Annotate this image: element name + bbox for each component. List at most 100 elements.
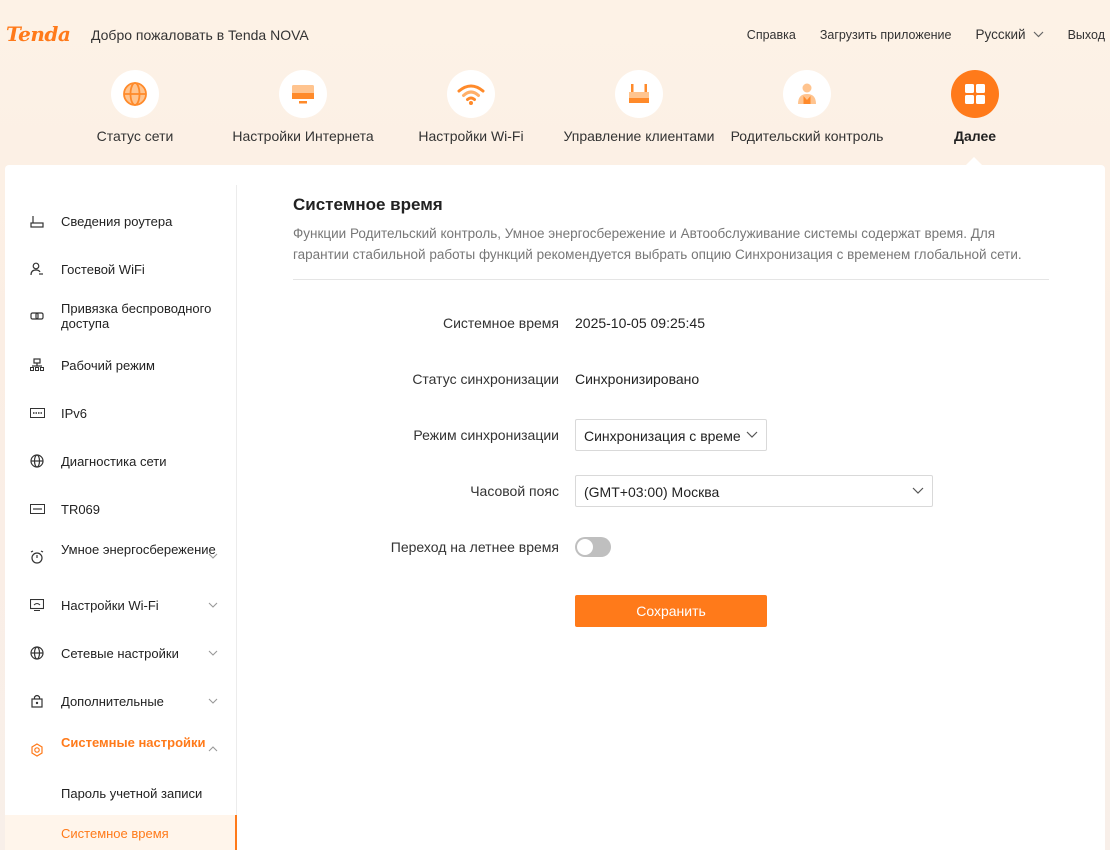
sidebar-subitem-system-time[interactable]: Системное время [5, 815, 237, 850]
nav-label: Настройки Wi-Fi [418, 128, 524, 144]
sidebar-item-label: IPv6 [61, 405, 88, 421]
sidebar-item-label: Сведения роутера [61, 213, 173, 229]
sync-status-label: Статус синхронизации [412, 371, 559, 387]
parent-user-icon [783, 70, 831, 118]
sidebar-subitem-account-password[interactable]: Пароль учетной записи [5, 775, 237, 813]
router-icon [29, 213, 45, 229]
globe-icon [111, 70, 159, 118]
language-select[interactable]: Русский [976, 27, 1044, 42]
link-icon [29, 308, 45, 324]
nav-parental-control[interactable]: Родительский контроль [723, 70, 891, 144]
toggle-knob [577, 539, 593, 555]
timezone-label: Часовой пояс [470, 483, 559, 499]
nav-client-management[interactable]: Управление клиентами [555, 70, 723, 144]
nav-more[interactable]: Далее [891, 70, 1059, 144]
gear-icon [29, 742, 45, 758]
nav-label: Родительский контроль [730, 128, 884, 144]
dst-toggle[interactable] [575, 537, 611, 557]
nav-label: Статус сети [96, 128, 174, 144]
sidebar-item-network-diagnostics[interactable]: Диагностика сети [5, 453, 237, 469]
system-time-value: 2025-10-05 09:25:45 [575, 315, 705, 331]
sidebar: Сведения роутера Гостевой WiFi Привязка … [5, 185, 237, 850]
system-time-row: Системное время 2025-10-05 09:25:45 [293, 307, 1053, 339]
globe-icon [29, 645, 45, 661]
guest-user-icon [29, 261, 45, 277]
nav-label: Управление клиентами [563, 128, 715, 144]
chevron-up-icon [208, 746, 218, 752]
chevron-down-icon [208, 553, 218, 559]
sidebar-item-label: TR069 [61, 501, 101, 517]
nav-network-status[interactable]: Статус сети [51, 70, 219, 144]
header: Tenda Добро пожаловать в Tenda NOVA Спра… [0, 0, 1110, 70]
nav-internet-settings[interactable]: Настройки Интернета [219, 70, 387, 144]
sidebar-item-smart-power-saving[interactable]: Умное энергосбережение [5, 542, 237, 572]
sidebar-subitem-label: Пароль учетной записи [61, 786, 203, 801]
sidebar-item-label: Привязка беспроводного доступа [61, 301, 212, 331]
sidebar-item-ipv6[interactable]: IPv6 [5, 405, 237, 421]
sync-mode-value: Синхронизация с време [584, 428, 741, 444]
sidebar-item-advanced[interactable]: Дополнительные [5, 693, 237, 709]
network-tree-icon [29, 357, 45, 373]
sidebar-item-guest-wifi[interactable]: Гостевой WiFi [5, 261, 237, 277]
sidebar-item-system-settings[interactable]: Системные настройки [5, 735, 237, 765]
sync-mode-label: Режим синхронизации [413, 427, 559, 443]
sidebar-item-label: Системные настройки [61, 735, 206, 750]
content-area: Системное время Функции Родительский кон… [293, 195, 1053, 627]
nav-label: Настройки Интернета [232, 128, 374, 144]
sidebar-item-work-mode[interactable]: Рабочий режим [5, 357, 237, 373]
nav-active-pointer [966, 157, 982, 165]
main-panel: Сведения роутера Гостевой WiFi Привязка … [5, 165, 1105, 850]
sidebar-item-wireless-binding[interactable]: Привязка беспроводного доступа [5, 301, 237, 331]
router-clients-icon [615, 70, 663, 118]
ipv6-icon [29, 405, 45, 421]
system-time-label: Системное время [442, 315, 559, 331]
top-links: Справка Загрузить приложение Русский Вых… [723, 27, 1105, 42]
tenda-logo[interactable]: Tenda [6, 22, 71, 46]
sidebar-item-router-info[interactable]: Сведения роутера [5, 213, 237, 229]
sidebar-item-wifi-settings[interactable]: Настройки Wi-Fi [5, 597, 237, 613]
top-nav: Статус сети Настройки Интернета Настройк… [0, 70, 1110, 165]
language-label: Русский [975, 27, 1026, 42]
dst-label: Переход на летнее время [390, 539, 559, 555]
download-app-link[interactable]: Загрузить приложение [820, 28, 952, 42]
sidebar-item-label: Настройки Wi-Fi [61, 597, 159, 613]
sidebar-item-label: Гостевой WiFi [61, 261, 145, 277]
sidebar-item-tr069[interactable]: TR069 [5, 501, 237, 517]
tr069-icon [29, 501, 45, 517]
sync-status-row: Статус синхронизации Синхронизировано [293, 363, 1053, 395]
timezone-row: Часовой пояс (GMT+03:00) Москва [293, 475, 1053, 507]
sync-mode-select[interactable]: Синхронизация с време [575, 419, 767, 451]
divider [293, 279, 1049, 280]
chevron-down-icon [208, 650, 218, 656]
sidebar-item-label: Рабочий режим [61, 357, 155, 373]
help-link[interactable]: Справка [747, 28, 796, 42]
globe-icon [29, 453, 45, 469]
sidebar-subitem-label: Системное время [61, 826, 169, 841]
wifi-icon [447, 70, 495, 118]
welcome-text: Добро пожаловать в Tenda NOVA [91, 27, 309, 43]
page-description: Функции Родительский контроль, Умное эне… [293, 226, 1022, 262]
sidebar-item-label: Умное энергосбережение [61, 542, 216, 557]
sync-mode-row: Режим синхронизации Синхронизация с врем… [293, 419, 1053, 451]
sidebar-item-label: Дополнительные [61, 693, 164, 709]
page-title: Системное время [293, 195, 443, 214]
wifi-settings-icon [29, 597, 45, 613]
chevron-down-icon [208, 602, 218, 608]
alarm-icon [29, 549, 45, 565]
chevron-down-icon [746, 431, 758, 438]
nav-label: Далее [953, 128, 997, 144]
sidebar-item-label: Диагностика сети [61, 453, 167, 469]
sync-status-value: Синхронизировано [575, 371, 700, 387]
chevron-down-icon [912, 487, 924, 494]
dst-row: Переход на летнее время [293, 531, 1053, 563]
nav-wifi-settings[interactable]: Настройки Wi-Fi [387, 70, 555, 144]
lock-box-icon [29, 693, 45, 709]
chevron-down-icon [208, 698, 218, 704]
timezone-select[interactable]: (GMT+03:00) Москва [575, 475, 933, 507]
chevron-down-icon [1033, 31, 1044, 38]
sidebar-item-network-settings[interactable]: Сетевые настройки [5, 645, 237, 661]
logout-link[interactable]: Выход [1068, 28, 1105, 42]
grid-icon [951, 70, 999, 118]
save-button[interactable]: Сохранить [575, 595, 767, 627]
timezone-value: (GMT+03:00) Москва [584, 484, 720, 500]
